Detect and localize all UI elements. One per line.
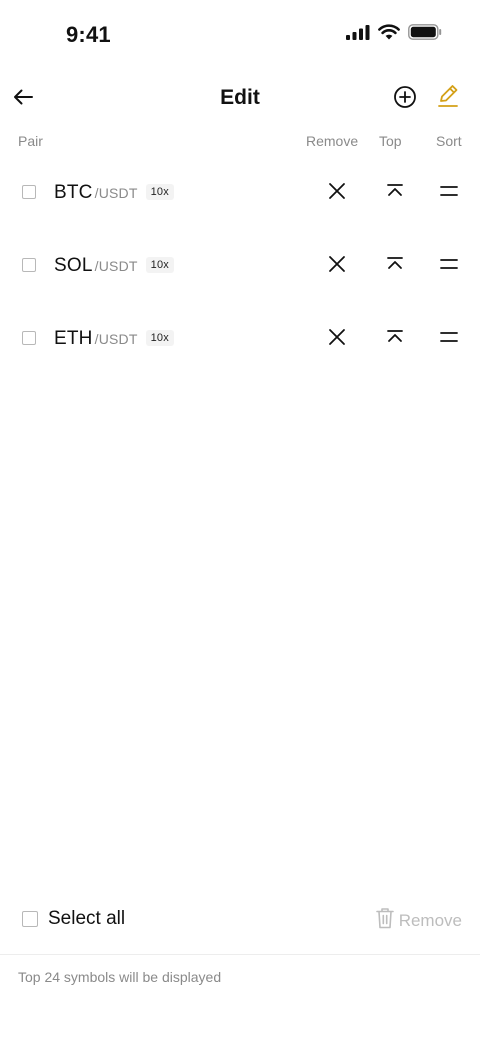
status-icons	[346, 24, 442, 45]
pair-quote: /USDT	[94, 331, 138, 347]
column-header-row: Pair Remove Top Sort	[0, 132, 480, 152]
battery-icon	[408, 24, 442, 45]
move-to-top-button[interactable]	[384, 182, 406, 204]
status-bar: 9:41	[0, 0, 480, 72]
pair-checkbox[interactable]	[22, 185, 36, 199]
drag-handle-icon	[440, 330, 458, 349]
leverage-badge: 10x	[145, 184, 174, 200]
edit-button[interactable]	[436, 84, 462, 112]
close-icon	[328, 328, 346, 351]
move-to-top-icon	[386, 183, 404, 204]
close-icon	[328, 255, 346, 278]
pair-checkbox[interactable]	[22, 331, 36, 345]
footer: Select all Remove Top 24 symbols will be…	[0, 896, 480, 1040]
footer-note: Top 24 symbols will be displayed	[18, 969, 222, 985]
drag-handle[interactable]	[438, 182, 460, 204]
trash-icon	[375, 907, 395, 934]
column-header-remove: Remove	[306, 133, 359, 149]
pair-label: BTC/USDT 10x	[54, 182, 174, 204]
pair-row: BTC/USDT 10x	[0, 173, 480, 213]
remove-pair-button[interactable]	[326, 255, 348, 277]
add-pair-button[interactable]	[392, 85, 418, 114]
remove-pair-button[interactable]	[326, 182, 348, 204]
pair-label: ETH/USDT 10x	[54, 328, 174, 350]
plus-circle-icon	[393, 85, 417, 114]
pair-quote: /USDT	[94, 185, 138, 201]
column-header-sort: Sort	[436, 133, 462, 149]
remove-pair-button[interactable]	[326, 328, 348, 350]
remove-selected-label: Remove	[398, 910, 462, 930]
drag-handle[interactable]	[438, 328, 460, 350]
pair-label: SOL/USDT 10x	[54, 255, 174, 277]
leverage-badge: 10x	[145, 330, 174, 346]
wifi-icon	[378, 24, 400, 45]
move-to-top-button[interactable]	[384, 328, 406, 350]
pair-symbol: ETH	[54, 328, 93, 349]
move-to-top-icon	[386, 256, 404, 277]
pair-symbol: BTC	[54, 182, 93, 203]
close-icon	[328, 182, 346, 205]
pair-symbol: SOL	[54, 255, 93, 276]
status-time: 9:41	[66, 22, 111, 47]
cellular-signal-icon	[346, 24, 370, 45]
select-all-checkbox[interactable]	[22, 911, 38, 927]
move-to-top-button[interactable]	[384, 255, 406, 277]
drag-handle-icon	[440, 184, 458, 203]
remove-selected-button[interactable]: Remove	[375, 907, 462, 934]
column-header-top: Top	[379, 133, 402, 149]
pair-row: SOL/USDT 10x	[0, 246, 480, 286]
select-all-control[interactable]: Select all	[22, 908, 125, 930]
drag-handle[interactable]	[438, 255, 460, 277]
pair-row: ETH/USDT 10x	[0, 319, 480, 359]
select-all-label: Select all	[48, 908, 126, 929]
leverage-badge: 10x	[145, 257, 174, 273]
pair-quote: /USDT	[94, 258, 138, 274]
header: Edit	[0, 78, 480, 122]
drag-handle-icon	[440, 257, 458, 276]
footer-divider	[0, 954, 480, 955]
pair-checkbox[interactable]	[22, 258, 36, 272]
move-to-top-icon	[386, 329, 404, 350]
pencil-icon	[437, 83, 461, 114]
column-header-pair: Pair	[18, 133, 43, 149]
